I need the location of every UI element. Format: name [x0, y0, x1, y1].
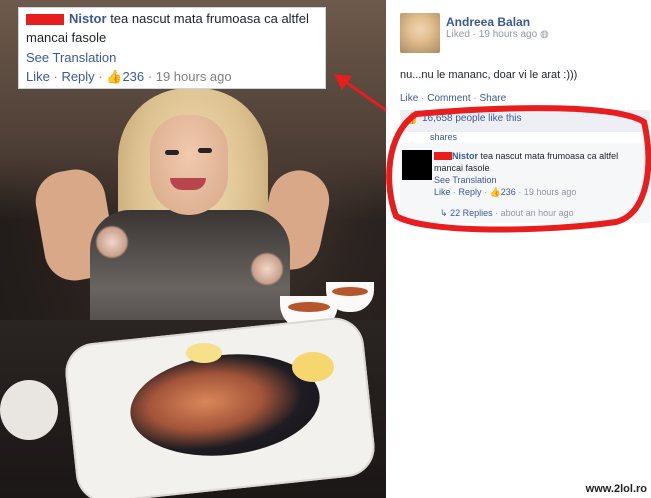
- like-count[interactable]: 236: [122, 69, 144, 84]
- post-author[interactable]: Andreea Balan: [446, 15, 530, 29]
- comment-text-continued: mancai fasole: [26, 30, 107, 45]
- comment-meta: Like · Reply · 👍236 · 19 hours ago: [26, 69, 232, 84]
- globe-icon: ◍: [539, 29, 549, 40]
- post-text: nu...nu le mananc, doar vi le arat :))): [400, 69, 578, 81]
- post-time-text: Liked · 19 hours ago: [446, 29, 538, 40]
- callout-comment: Nistor tea nascut mata frumoasa ca altfe…: [18, 7, 326, 89]
- person-face: [150, 115, 228, 215]
- post-time: Liked · 19 hours ago ◍: [446, 29, 549, 40]
- like-link[interactable]: Like: [26, 69, 50, 84]
- saucer: [0, 380, 58, 440]
- like-link[interactable]: Like: [400, 93, 418, 104]
- person-eye: [165, 150, 179, 155]
- comment-time: 19 hours ago: [155, 69, 232, 84]
- tea: [288, 302, 330, 312]
- squid-ornament: [95, 225, 129, 259]
- reply-link[interactable]: Reply: [61, 69, 94, 84]
- comment-text: tea nascut mata frumoasa ca altfel: [110, 11, 309, 26]
- watermark: www.2lol.ro: [585, 483, 647, 495]
- commenter-name[interactable]: Nistor: [69, 11, 107, 26]
- redaction-box: [26, 14, 64, 25]
- person-eye: [198, 148, 212, 153]
- tea: [332, 287, 368, 296]
- post-actions: Like · Comment · Share: [400, 93, 507, 104]
- facebook-post-panel: Andreea Balan Liked · 19 hours ago ◍ nu.…: [386, 0, 651, 498]
- comment-link[interactable]: Comment: [427, 93, 470, 104]
- thumbs-up-icon: 👍: [106, 69, 123, 84]
- squid-ornament: [250, 252, 284, 286]
- callout-line1: Nistor tea nascut mata frumoasa ca altfe…: [69, 11, 309, 26]
- share-link[interactable]: Share: [480, 93, 507, 104]
- see-translation-link[interactable]: See Translation: [26, 50, 116, 65]
- lemon-slice: [292, 352, 334, 382]
- lemon-slice: [186, 343, 222, 363]
- avatar[interactable]: [400, 13, 440, 53]
- red-circle-annotation: [386, 105, 651, 233]
